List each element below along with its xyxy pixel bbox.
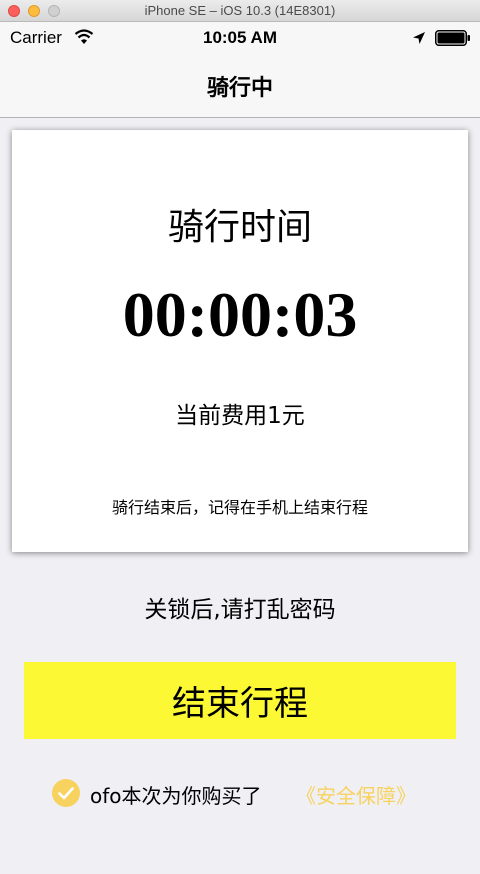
status-time: 10:05 AM bbox=[202, 28, 277, 47]
battery-icon bbox=[435, 30, 471, 50]
end-ride-button[interactable]: 结束行程 bbox=[24, 662, 456, 739]
status-bar: Carrier 10:05 AM bbox=[0, 22, 480, 54]
check-circle-icon[interactable] bbox=[52, 779, 80, 811]
location-arrow-icon bbox=[412, 30, 426, 49]
window-title: iPhone SE – iOS 10.3 (14E8301) bbox=[144, 3, 336, 18]
insurance-text: ofo本次为你购买了 bbox=[90, 784, 262, 808]
page-title: 骑行中 bbox=[206, 76, 273, 101]
navigation-bar: 骑行中 bbox=[0, 54, 480, 118]
ride-time-label: 骑行时间 bbox=[167, 207, 312, 248]
end-ride-reminder: 骑行结束后，记得在手机上结束行程 bbox=[111, 498, 368, 517]
insurance-row: ofo本次为你购买了 《安全保障》 bbox=[52, 778, 452, 808]
ride-timer: 00:00:03 bbox=[122, 279, 358, 350]
lock-hint: 关锁后,请打乱密码 bbox=[144, 597, 336, 623]
current-fee: 当前费用1元 bbox=[175, 403, 305, 429]
simulator-title-bar: iPhone SE – iOS 10.3 (14E8301) bbox=[0, 0, 480, 22]
ride-info-card: 骑行时间 00:00:03 当前费用1元 骑行结束后，记得在手机上结束行程 bbox=[12, 130, 468, 552]
safety-insurance-link[interactable]: 《安全保障》 bbox=[296, 780, 416, 809]
